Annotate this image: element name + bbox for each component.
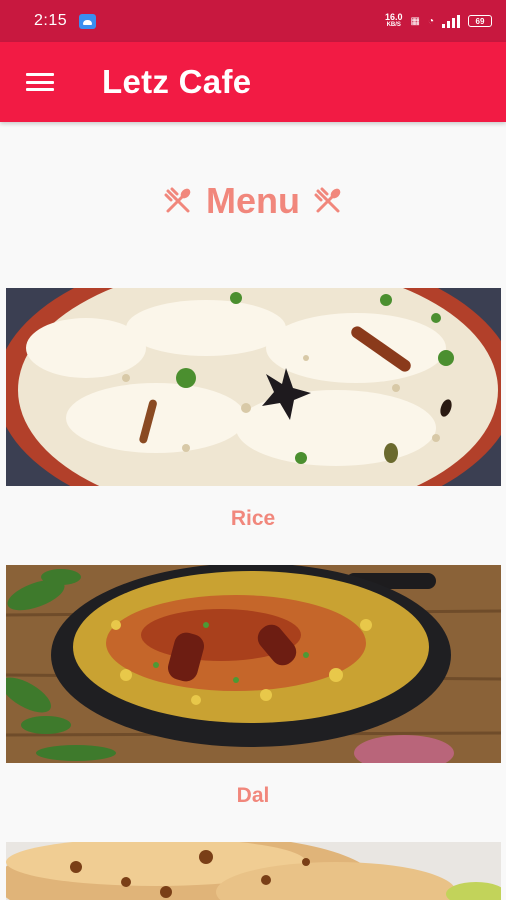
cell-signal-icon [442,14,460,28]
roti-image[interactable] [6,842,501,900]
battery-icon: 69 [468,15,492,27]
rice-image[interactable] [6,288,501,486]
fork-spoon-icon [164,187,191,213]
fork-spoon-icon [314,187,341,213]
app-bar: Letz Cafe [0,42,506,122]
menu-heading: Menu [0,178,506,224]
menu-item-label[interactable]: Dal [0,784,506,808]
section-title: Menu [206,180,300,221]
status-icons: 16.0 KB/S ▦ ◔ 69 [385,13,492,29]
status-bar: 2:15 16.0 KB/S ▦ ◔ 69 [0,0,506,42]
status-time: 2:15 [34,12,68,29]
cloud-notification-icon [79,13,97,29]
battery-level: 69 [475,16,485,26]
app-title: Letz Cafe [102,63,252,100]
dal-image[interactable] [6,565,501,763]
menu-item-label[interactable]: Rice [0,507,506,531]
volte-icon: ▦ [410,15,420,27]
wifi-signal-icon: ◔ [427,15,434,27]
network-speed-unit: KB/S [386,22,401,28]
network-speed: 16.0 KB/S [385,13,403,29]
hamburger-menu-icon[interactable] [26,71,54,93]
network-speed-value: 16.0 [384,12,403,22]
